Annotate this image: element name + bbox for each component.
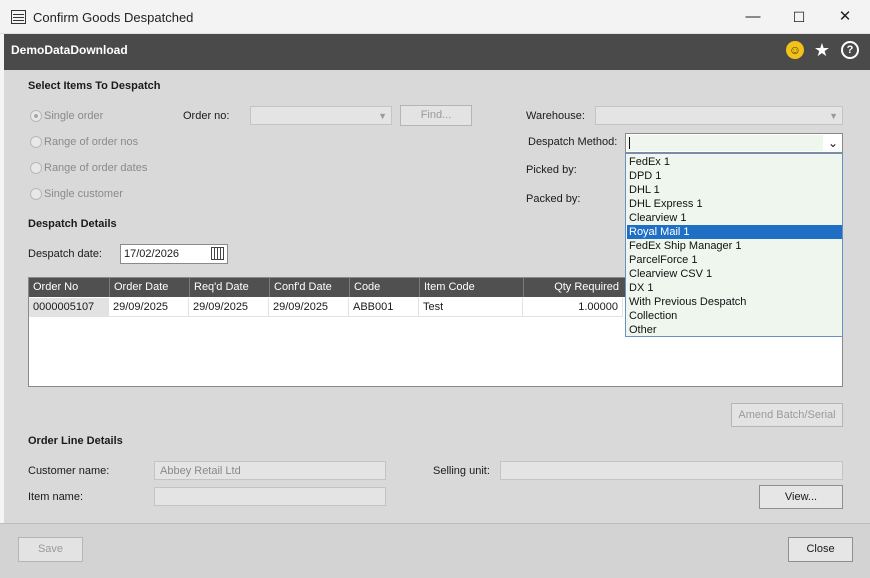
dropdown-option[interactable]: FedEx 1 xyxy=(627,155,842,169)
customer-name-field: Abbey Retail Ltd xyxy=(154,461,386,480)
radio-button[interactable] xyxy=(30,110,42,122)
chevron-down-icon[interactable]: ⌄ xyxy=(828,134,838,152)
radio-single-customer[interactable]: Single customer xyxy=(30,188,170,202)
view-button[interactable]: View... xyxy=(759,485,843,509)
selling-unit-label: Selling unit: xyxy=(433,465,490,477)
column-header-order-date[interactable]: Order Date xyxy=(109,278,189,297)
order-line-details-heading: Order Line Details xyxy=(28,435,123,447)
dropdown-option[interactable]: DPD 1 xyxy=(627,169,842,183)
find-button[interactable]: Find... xyxy=(400,105,472,126)
close-window-button[interactable]: ✕ xyxy=(822,0,868,34)
smiley-icon[interactable]: ☺ xyxy=(786,41,804,59)
text-caret xyxy=(629,137,630,149)
column-header-confd-date[interactable]: Conf'd Date xyxy=(269,278,349,297)
window-left-edge xyxy=(0,34,4,578)
dropdown-option[interactable]: FedEx Ship Manager 1 xyxy=(627,239,842,253)
cell-reqd-date: 29/09/2025 xyxy=(189,298,269,317)
order-no-label: Order no: xyxy=(183,110,230,122)
cell-order-date: 29/09/2025 xyxy=(109,298,189,317)
dropdown-option[interactable]: Clearview CSV 1 xyxy=(627,267,842,281)
radio-label: Range of order nos xyxy=(44,136,139,148)
title-bar: Confirm Goods Despatched — ☐ ✕ xyxy=(0,0,870,34)
column-header-code[interactable]: Code xyxy=(349,278,419,297)
despatch-date-value: 17/02/2026 xyxy=(124,248,180,260)
amend-batch-serial-button[interactable]: Amend Batch/Serial xyxy=(731,403,843,427)
radio-button[interactable] xyxy=(30,188,42,200)
radio-single-order[interactable]: Single order xyxy=(30,110,170,124)
select-items-heading: Select Items To Despatch xyxy=(28,80,161,92)
dropdown-option[interactable]: DHL Express 1 xyxy=(627,197,842,211)
despatch-date-field[interactable]: 17/02/2026 xyxy=(120,244,228,264)
item-name-label: Item name: xyxy=(28,491,84,503)
calendar-icon[interactable] xyxy=(211,247,224,260)
cell-code: ABB001 xyxy=(349,298,419,317)
despatch-details-heading: Despatch Details xyxy=(28,218,117,230)
dropdown-option[interactable]: DX 1 xyxy=(627,281,842,295)
help-icon[interactable]: ? xyxy=(841,41,859,59)
dropdown-option[interactable]: With Previous Despatch xyxy=(627,295,842,309)
despatch-method-label: Despatch Method: xyxy=(528,136,618,148)
maximize-button[interactable]: ☐ xyxy=(776,0,822,34)
radio-label: Single customer xyxy=(44,188,123,200)
packed-by-label: Packed by: xyxy=(526,193,581,205)
dropdown-option[interactable]: Clearview 1 xyxy=(627,211,842,225)
table-row[interactable]: 0000005107 29/09/2025 29/09/2025 29/09/2… xyxy=(29,298,625,317)
cell-confd-date: 29/09/2025 xyxy=(269,298,349,317)
customer-name-label: Customer name: xyxy=(28,465,110,477)
column-header-reqd-date[interactable]: Req'd Date xyxy=(189,278,269,297)
dropdown-option[interactable]: Collection xyxy=(627,309,842,323)
company-name: DemoDataDownload xyxy=(11,43,128,57)
column-header-qty-required[interactable]: Qty Required xyxy=(523,278,623,297)
app-window-icon xyxy=(11,10,26,24)
app-header: DemoDataDownload ☺ ★ ? xyxy=(0,34,870,70)
cell-order-no: 0000005107 xyxy=(29,298,109,317)
dropdown-option[interactable]: Royal Mail 1 xyxy=(627,225,842,239)
dropdown-option[interactable]: DHL 1 xyxy=(627,183,842,197)
save-button[interactable]: Save xyxy=(18,537,83,562)
cell-qty-required: 1.00000 xyxy=(523,298,623,317)
picked-by-label: Picked by: xyxy=(526,164,577,176)
order-no-combo[interactable]: ▼ xyxy=(250,106,392,125)
radio-label: Single order xyxy=(44,110,104,122)
column-header-item-code[interactable]: Item Code xyxy=(419,278,523,297)
close-button[interactable]: Close xyxy=(788,537,853,562)
dropdown-option[interactable]: Other xyxy=(627,323,842,337)
selling-unit-field xyxy=(500,461,843,480)
dialog-footer: Save Close xyxy=(0,523,870,578)
despatch-date-label: Despatch date: xyxy=(28,248,102,260)
despatch-method-combo[interactable]: ⌄ xyxy=(625,133,843,153)
cell-item-code: Test xyxy=(419,298,523,317)
dropdown-option[interactable]: ParcelForce 1 xyxy=(627,253,842,267)
column-header-order-no[interactable]: Order No xyxy=(29,278,109,297)
radio-button[interactable] xyxy=(30,136,42,148)
star-icon[interactable]: ★ xyxy=(813,41,831,59)
minimize-button[interactable]: — xyxy=(730,0,776,34)
despatch-method-dropdown-list[interactable]: FedEx 1 DPD 1 DHL 1 DHL Express 1 Clearview … xyxy=(625,153,843,337)
chevron-down-icon: ▼ xyxy=(378,111,387,121)
despatch-method-input[interactable] xyxy=(627,135,823,151)
warehouse-combo[interactable]: ▼ xyxy=(595,106,843,125)
window-title: Confirm Goods Despatched xyxy=(33,10,194,25)
chevron-down-icon: ▼ xyxy=(829,111,838,121)
radio-button[interactable] xyxy=(30,162,42,174)
warehouse-label: Warehouse: xyxy=(526,110,585,122)
radio-label: Range of order dates xyxy=(44,162,148,174)
radio-range-of-order-dates[interactable]: Range of order dates xyxy=(30,162,180,176)
item-name-field xyxy=(154,487,386,506)
radio-range-of-order-nos[interactable]: Range of order nos xyxy=(30,136,170,150)
